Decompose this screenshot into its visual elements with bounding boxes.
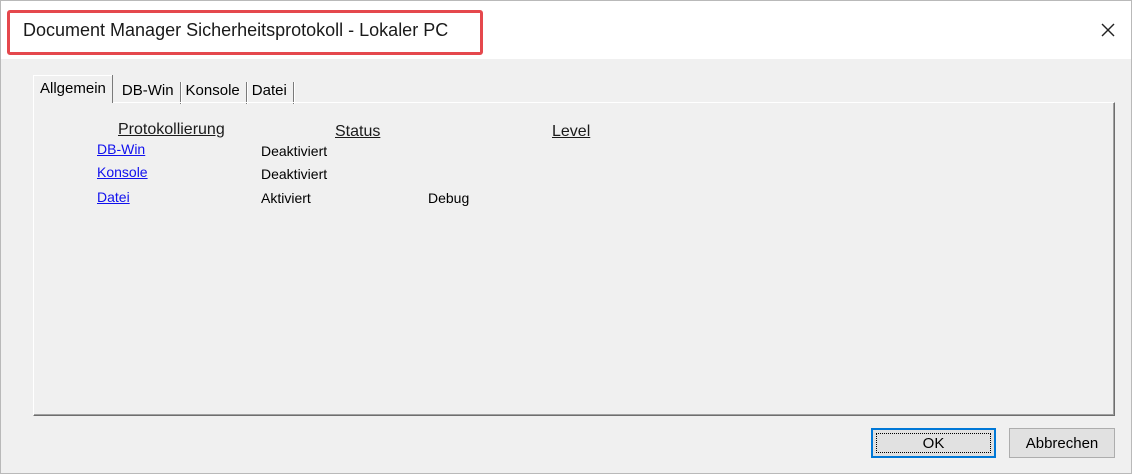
tab-db-win[interactable]: DB-Win (116, 78, 182, 104)
header-level: Level (552, 123, 591, 140)
link-datei[interactable]: Datei (97, 189, 130, 205)
status-datei: Aktiviert (261, 190, 311, 206)
status-konsole: Deaktiviert (261, 166, 328, 182)
cancel-button[interactable]: Abbrechen (1009, 428, 1115, 458)
header-status: Status (335, 123, 381, 140)
title-bar: Document Manager Sicherheitsprotokoll - … (1, 1, 1131, 59)
close-button[interactable] (1093, 15, 1123, 45)
tab-allgemein[interactable]: Allgemein (33, 75, 112, 103)
level-datei: Debug (428, 190, 470, 206)
window-title: Document Manager Sicherheitsprotokoll - … (23, 20, 449, 40)
dialog-window: Document Manager Sicherheitsprotokoll - … (0, 0, 1132, 474)
link-db-win[interactable]: DB-Win (97, 141, 145, 157)
status-db-win: Deaktiviert (261, 143, 328, 159)
ok-button[interactable]: OK (871, 428, 996, 458)
header-protokollierung: Protokollierung (118, 121, 225, 138)
tab-konsole[interactable]: Konsole (180, 78, 248, 104)
tab-datei[interactable]: Datei (246, 78, 295, 104)
close-icon (1101, 23, 1115, 37)
tab-panel-allgemein: Protokollierung Status Level DB-Win Deak… (33, 102, 1115, 416)
tab-strip: Allgemein DB-Win Konsole Datei (33, 73, 295, 104)
link-konsole[interactable]: Konsole (97, 164, 148, 180)
